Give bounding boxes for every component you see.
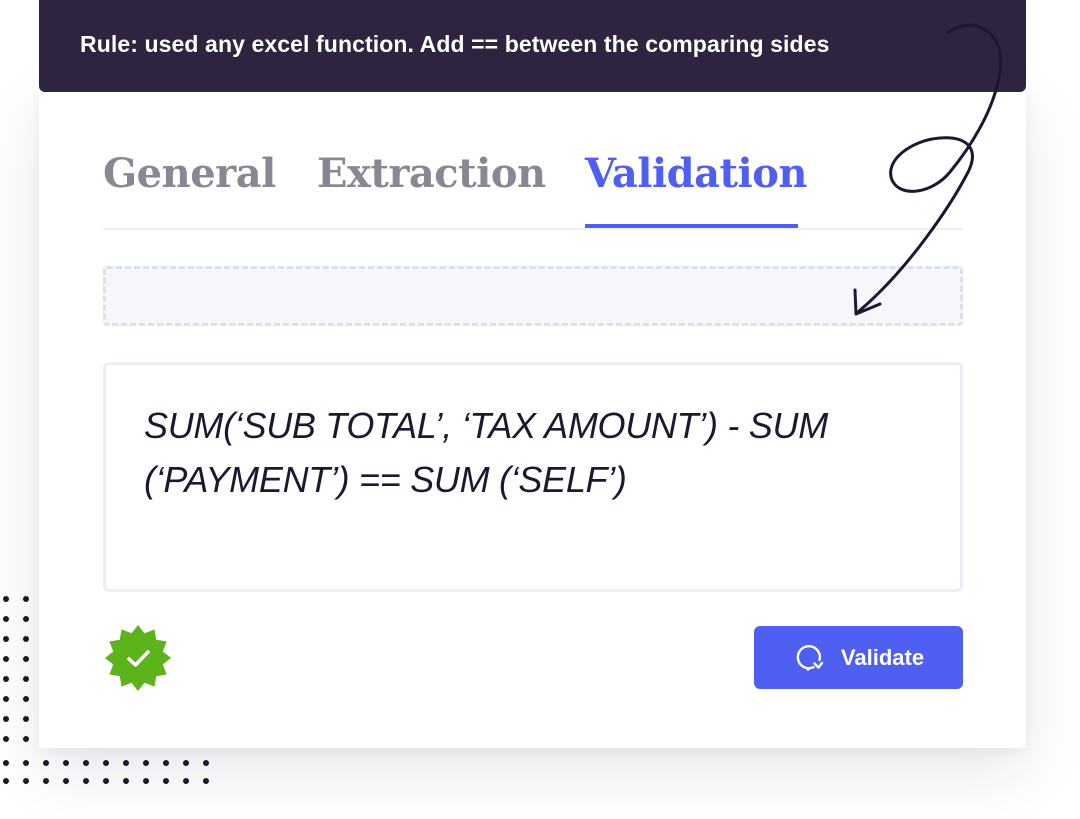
curly-arrow-decoration [853, 23, 1003, 316]
tab-validation[interactable]: Validation [585, 150, 808, 230]
rule-text: Rule: used any excel function. Add == be… [80, 31, 830, 57]
rule-drop-zone[interactable] [103, 266, 963, 326]
validate-button-label: Validate [840, 644, 925, 670]
formula-editor[interactable]: SUM(‘SUB TOTAL’, ‘TAX AMOUNT’) - SUM (‘P… [103, 362, 963, 592]
verified-check-icon [105, 625, 171, 691]
tab-bar: General Extraction Validation [103, 150, 963, 230]
validate-button[interactable]: Validate [754, 626, 963, 689]
tab-general[interactable]: General [103, 150, 276, 230]
validation-panel-stage: Rule: used any excel function. Add == be… [0, 0, 1080, 819]
refresh-icon [796, 644, 824, 671]
tab-extraction[interactable]: Extraction [317, 150, 546, 230]
active-tab-indicator [585, 224, 798, 228]
formula-text: SUM(‘SUB TOTAL’, ‘TAX AMOUNT’) - SUM (‘P… [144, 405, 828, 500]
